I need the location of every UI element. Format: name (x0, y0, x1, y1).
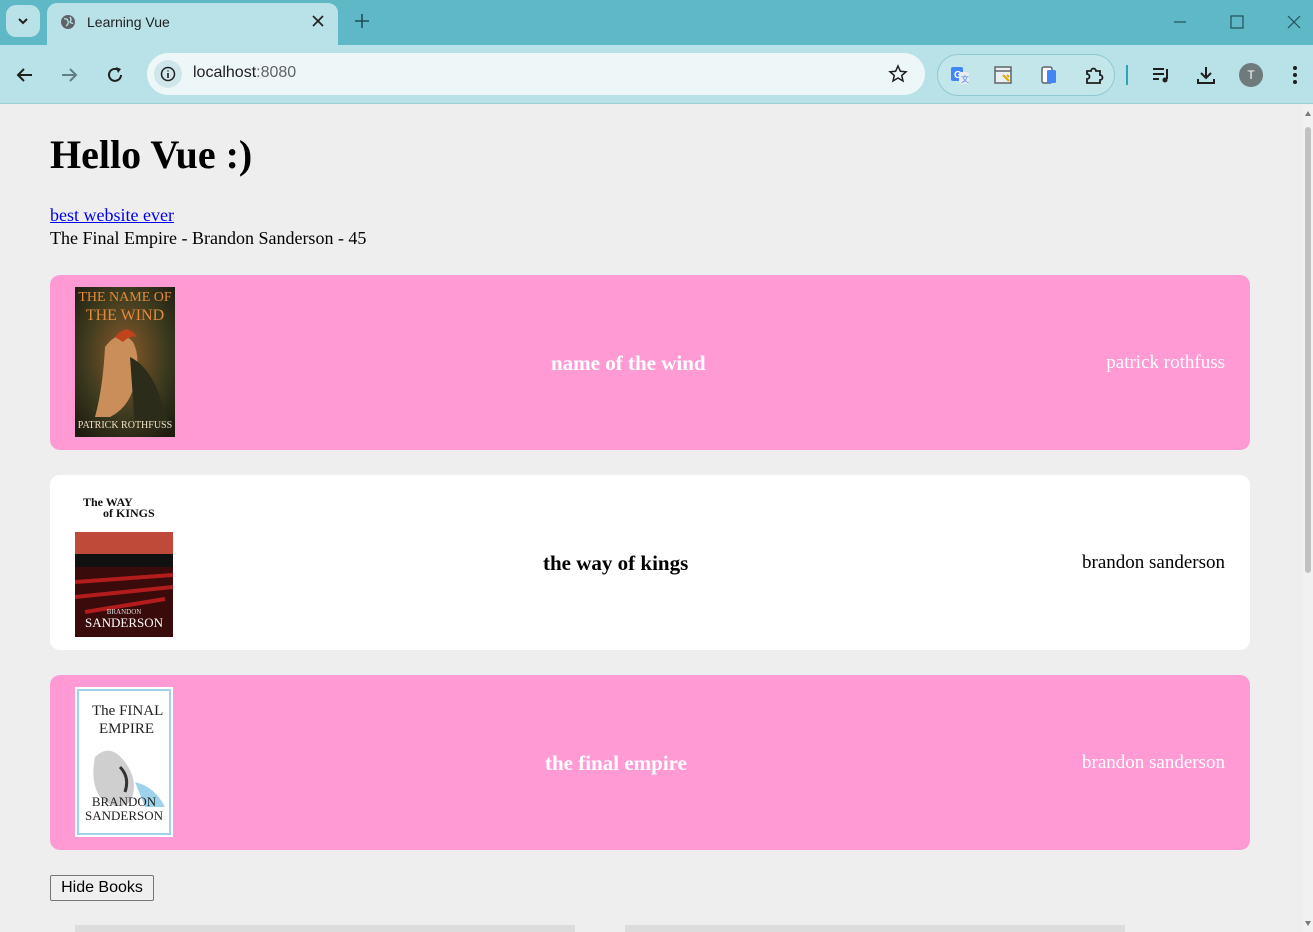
scrollbar-thumb[interactable] (1305, 127, 1311, 573)
next-section-strip (75, 925, 575, 932)
next-section-strip (625, 925, 1125, 932)
close-tab-icon[interactable] (310, 13, 326, 29)
address-bar[interactable]: localhost:8080 (147, 53, 925, 95)
book-author: patrick rothfuss (1106, 352, 1225, 373)
browser-toolbar: localhost:8080 G文 T (0, 45, 1313, 104)
book-cover: The FINAL EMPIRE BRANDON SANDERSON (75, 687, 173, 837)
forward-arrow-icon[interactable] (58, 64, 80, 86)
tab-title: Learning Vue (87, 14, 170, 30)
book-cover: The WAY of KINGS BRANDON SANDERSON (75, 487, 173, 637)
edit-page-extension-icon[interactable] (992, 64, 1014, 86)
chevron-down-icon (18, 18, 28, 25)
cover-title-line2: THE WIND (85, 307, 165, 324)
profile-avatar[interactable]: T (1239, 63, 1263, 87)
book-card[interactable]: The FINAL EMPIRE BRANDON SANDERSON the f… (50, 675, 1250, 850)
tab-learning-vue[interactable]: Learning Vue (47, 3, 338, 45)
cover-title-line1: THE NAME OF (78, 290, 172, 305)
cover-author-surname: SANDERSON (84, 615, 163, 630)
svg-text:文: 文 (961, 74, 969, 84)
book-title: the final empire (545, 751, 687, 775)
toolbar-divider (1126, 65, 1128, 85)
website-link[interactable]: best website ever (50, 205, 174, 226)
extensions-puzzle-icon[interactable] (1083, 64, 1105, 86)
tab-search-button[interactable] (6, 5, 40, 37)
cover-title-line1: The FINAL (92, 703, 164, 719)
bookmark-star-icon[interactable] (888, 64, 908, 84)
book-title: name of the wind (551, 351, 706, 375)
cover-title-line2: of KINGS (103, 506, 155, 520)
url-text[interactable]: localhost:8080 (193, 64, 296, 82)
page-viewport: Hello Vue :) best website ever The Final… (0, 105, 1303, 932)
page-heading: Hello Vue :) (50, 132, 253, 177)
translate-extension-icon[interactable]: G文 (949, 64, 971, 86)
hide-books-button[interactable]: Hide Books (50, 875, 154, 901)
book-card[interactable]: THE NAME OF THE WIND PATRICK ROTHFUSS na… (50, 275, 1250, 450)
cover-author-surname: SANDERSON (84, 808, 163, 823)
cover-author: PATRICK ROTHFUSS (77, 420, 173, 431)
scroll-down-arrow-icon[interactable] (1305, 921, 1311, 926)
minimize-icon[interactable] (1170, 12, 1190, 32)
tab-strip: Learning Vue (0, 0, 1313, 45)
book-author: brandon sanderson (1082, 552, 1225, 573)
info-icon (160, 66, 176, 82)
book-title: the way of kings (543, 551, 689, 575)
url-host: localhost (193, 64, 257, 81)
download-icon[interactable] (1195, 64, 1217, 86)
book-cover: THE NAME OF THE WIND PATRICK ROTHFUSS (75, 287, 175, 437)
book-author: brandon sanderson (1082, 752, 1225, 773)
extensions-group: G文 (937, 54, 1115, 96)
page-scrollbar[interactable] (1303, 105, 1313, 932)
book-card[interactable]: The WAY of KINGS BRANDON SANDERSON the w… (50, 475, 1250, 650)
book-summary: The Final Empire - Brandon Sanderson - 4… (50, 228, 367, 248)
reload-icon[interactable] (104, 64, 126, 86)
globe-icon (61, 15, 75, 29)
back-arrow-icon[interactable] (14, 64, 36, 86)
scroll-up-arrow-icon[interactable] (1305, 111, 1311, 116)
close-window-icon[interactable] (1284, 12, 1304, 32)
kebab-menu-icon[interactable] (1284, 64, 1306, 86)
url-port: :8080 (256, 64, 297, 81)
new-tab-icon[interactable] (352, 11, 372, 31)
site-info-button[interactable] (154, 60, 182, 88)
media-queue-icon[interactable] (1150, 64, 1172, 86)
maximize-icon[interactable] (1227, 12, 1247, 32)
cover-title-line2: EMPIRE (99, 721, 155, 737)
device-toolbar-extension-icon[interactable] (1038, 64, 1060, 86)
